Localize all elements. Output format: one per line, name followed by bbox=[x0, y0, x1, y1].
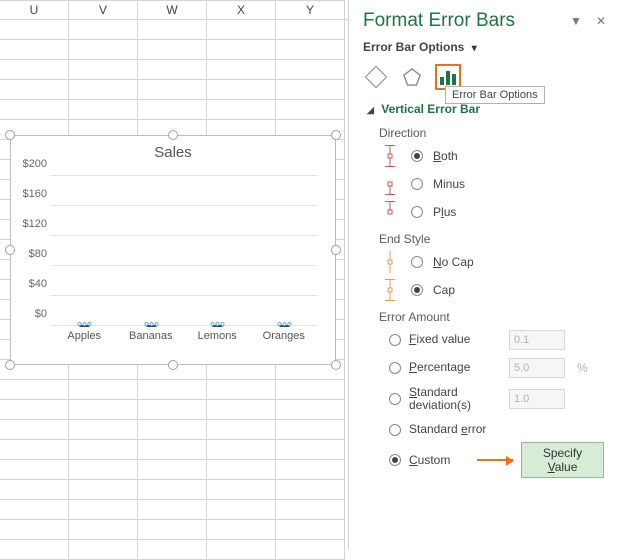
option-label: Minus bbox=[433, 177, 465, 191]
y-tick-label: $120 bbox=[23, 218, 47, 230]
option-label: Percentage bbox=[409, 361, 501, 374]
pane-title: Format Error Bars bbox=[363, 10, 515, 32]
options-dropdown[interactable]: Error Bar Options ▾ bbox=[363, 40, 477, 54]
resize-handle[interactable] bbox=[331, 245, 341, 255]
percentage-row[interactable]: Percentage % bbox=[349, 354, 618, 382]
pane-dropdown-icon[interactable]: ▼ bbox=[570, 14, 582, 28]
resize-handle[interactable] bbox=[5, 245, 15, 255]
radio-icon bbox=[411, 256, 423, 268]
stddev-row[interactable]: Standarddeviation(s) bbox=[349, 382, 618, 416]
end-style-label: End Style bbox=[349, 226, 618, 248]
section-label: Vertical Error Bar bbox=[381, 102, 480, 116]
column-header[interactable]: U bbox=[0, 0, 69, 19]
option-label: No Cap bbox=[433, 255, 474, 269]
radio-icon bbox=[389, 393, 401, 405]
custom-row[interactable]: Custom Specify Value bbox=[349, 444, 618, 476]
close-icon[interactable]: ✕ bbox=[596, 14, 606, 28]
column-header[interactable]: W bbox=[138, 0, 207, 19]
direction-minus-row[interactable]: Minus bbox=[349, 170, 618, 198]
radio-icon bbox=[389, 362, 401, 374]
stddev-input[interactable] bbox=[509, 389, 565, 409]
y-tick-label: $80 bbox=[29, 248, 47, 260]
y-axis[interactable]: $0 $40 $80 $120 $160 $200 bbox=[17, 176, 49, 326]
radio-icon bbox=[411, 206, 423, 218]
x-tick-label: Apples bbox=[60, 330, 108, 342]
collapse-icon: ◢ bbox=[367, 105, 374, 115]
direction-label: Direction bbox=[349, 120, 618, 142]
annotation-arrow bbox=[477, 459, 513, 461]
y-tick-label: $0 bbox=[35, 308, 47, 320]
fixed-value-row[interactable]: Fixed value bbox=[349, 326, 618, 354]
x-tick-label: Bananas bbox=[127, 330, 175, 342]
option-label: Cap bbox=[433, 283, 455, 297]
x-tick-label: Oranges bbox=[260, 330, 308, 342]
resize-handle[interactable] bbox=[331, 130, 341, 140]
fixed-value-input[interactable] bbox=[509, 330, 565, 350]
option-label: Fixed value bbox=[409, 333, 501, 346]
endstyle-cap-row[interactable]: Cap bbox=[349, 276, 618, 304]
radio-icon bbox=[411, 150, 423, 162]
option-label: Custom bbox=[409, 453, 459, 467]
y-tick-label: $200 bbox=[23, 158, 47, 170]
tooltip: Error Bar Options bbox=[445, 86, 545, 104]
column-header[interactable]: Y bbox=[276, 0, 345, 19]
radio-icon bbox=[389, 334, 401, 346]
chart-object[interactable]: Sales $0 $40 $80 $120 $160 $200 ApplesBa… bbox=[10, 135, 336, 365]
option-label: Standard error bbox=[409, 423, 501, 436]
option-label: Plus bbox=[433, 205, 456, 219]
radio-icon bbox=[389, 424, 401, 436]
option-label: Standarddeviation(s) bbox=[409, 386, 501, 412]
plot-area[interactable] bbox=[51, 176, 317, 326]
error-amount-label: Error Amount bbox=[349, 304, 618, 326]
direction-both-row[interactable]: Both bbox=[349, 142, 618, 170]
effects-icon[interactable] bbox=[399, 64, 425, 90]
y-tick-label: $40 bbox=[29, 278, 47, 290]
resize-handle[interactable] bbox=[5, 130, 15, 140]
chevron-down-icon: ▾ bbox=[472, 43, 477, 54]
format-error-bars-pane: Format Error Bars ▼ ✕ Error Bar Options … bbox=[348, 0, 618, 549]
column-header-row: U V W X Y bbox=[0, 0, 348, 20]
radio-icon bbox=[411, 284, 423, 296]
resize-handle[interactable] bbox=[168, 130, 178, 140]
resize-handle[interactable] bbox=[168, 360, 178, 370]
column-header[interactable]: V bbox=[69, 0, 138, 19]
endstyle-nocap-row[interactable]: No Cap bbox=[349, 248, 618, 276]
bars-container bbox=[51, 176, 317, 326]
resize-handle[interactable] bbox=[5, 360, 15, 370]
specify-value-button[interactable]: Specify Value bbox=[521, 442, 604, 478]
radio-icon bbox=[389, 454, 401, 466]
y-tick-label: $160 bbox=[23, 188, 47, 200]
option-label: Both bbox=[433, 149, 458, 163]
percentage-input[interactable] bbox=[509, 358, 565, 378]
resize-handle[interactable] bbox=[331, 360, 341, 370]
direction-plus-row[interactable]: Plus bbox=[349, 198, 618, 226]
x-tick-label: Lemons bbox=[193, 330, 241, 342]
column-header[interactable]: X bbox=[207, 0, 276, 19]
fill-line-icon[interactable] bbox=[363, 64, 389, 90]
percent-suffix: % bbox=[577, 361, 588, 375]
x-axis[interactable]: Apples Bananas Lemons Oranges bbox=[51, 330, 317, 342]
options-dropdown-label: Error Bar Options bbox=[363, 40, 464, 54]
radio-icon bbox=[411, 178, 423, 190]
stderr-row[interactable]: Standard error bbox=[349, 416, 618, 444]
